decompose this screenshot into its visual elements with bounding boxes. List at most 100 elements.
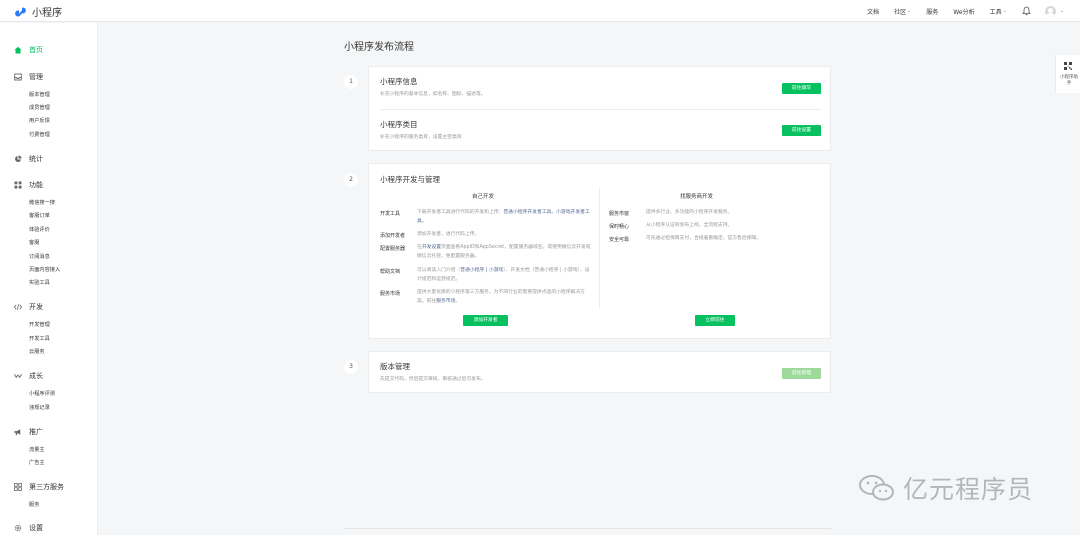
- go-manage-button[interactable]: 前往管理: [782, 368, 821, 379]
- footer-divider: [344, 528, 831, 529]
- sidebar-item-payment-manage[interactable]: 付费管理: [29, 131, 50, 138]
- row-label: 开发工具: [380, 211, 401, 217]
- row-label: 服务市场: [380, 291, 401, 297]
- sidebar-item-label: 首页: [29, 46, 43, 54]
- sidebar-item-services[interactable]: 服务: [29, 501, 39, 508]
- develop-manage-title: 小程序开发与管理: [380, 175, 440, 184]
- sidebar-item-traffic-owner[interactable]: 流量主: [29, 446, 45, 453]
- top-bar: 小程序 文档 社区 ⌄ 服务 We分析 工具 ⌄ ⌄: [0, 0, 1080, 22]
- row-text-pre: 下载开发者工具进行代码的开发和上传：: [417, 210, 504, 215]
- row-label: 安全可靠: [609, 237, 630, 243]
- row-text-pre: 可以阅读入门介绍（: [417, 268, 461, 273]
- logo[interactable]: 小程序: [14, 4, 62, 19]
- divider: [380, 109, 821, 110]
- step-2-card: 小程序开发与管理 自己开发 找服务商开发 开发工具 下载开发者工具进行代码的开发…: [368, 163, 831, 339]
- self-develop-heading: 自己开发: [472, 194, 495, 200]
- home-icon: [14, 46, 22, 54]
- intro-link[interactable]: 普通小程序 | 小游戏: [460, 268, 503, 273]
- sidebar-item-subscription-messages[interactable]: 订阅消息: [29, 253, 50, 260]
- qr-code-icon: [1064, 62, 1072, 70]
- app-title: 小程序: [32, 8, 62, 19]
- row-text: 下载开发者工具进行代码的开发和上传：普通小程序开发者工具、小游戏开发者工具。: [417, 208, 592, 226]
- sidebar-section-third-party[interactable]: 第三方服务: [14, 482, 64, 492]
- chevron-down-icon: ⌄: [1059, 8, 1064, 14]
- mini-program-assistant-panel[interactable]: 小程序助手: [1055, 55, 1080, 93]
- service-market-link[interactable]: 服务市场: [436, 299, 455, 304]
- sidebar-item-user-feedback[interactable]: 用户反馈: [29, 117, 50, 124]
- sidebar-item-advertiser[interactable]: 广告主: [29, 459, 45, 466]
- row-text-post: 。: [421, 219, 427, 224]
- nav-service[interactable]: 服务: [926, 7, 938, 16]
- row-label: 帮助文档: [380, 269, 401, 275]
- top-nav: 文档 社区 ⌄ 服务 We分析 工具 ⌄ ⌄: [867, 0, 1080, 22]
- dev-settings-link[interactable]: 开发设置: [422, 245, 441, 250]
- avatar: [1044, 5, 1056, 17]
- sidebar-item-mini-program-review[interactable]: 小程序评测: [29, 390, 55, 397]
- sidebar-item-label: 统计: [29, 155, 43, 163]
- sidebar-item-experience-review[interactable]: 体验评价: [29, 226, 50, 233]
- nav-we-analysis[interactable]: We分析: [953, 7, 974, 16]
- row-text: 添加开发者，进行代码上传。: [417, 230, 592, 239]
- watermark: 亿元程序员: [857, 470, 1033, 506]
- row-text-post: 。: [455, 299, 461, 304]
- nav-docs[interactable]: 文档: [867, 7, 879, 16]
- sidebar-item-settings[interactable]: 设置: [14, 523, 43, 533]
- growth-icon: [14, 372, 22, 380]
- sidebar-section-label: 管理: [29, 73, 43, 81]
- step-number: 1: [344, 75, 358, 89]
- sidebar-item-customer-service[interactable]: 客服: [29, 239, 39, 246]
- sidebar-item-page-content[interactable]: 页面内容接入: [29, 266, 60, 273]
- sidebar-item-cloud-service[interactable]: 云服务: [29, 348, 45, 355]
- sidebar-item-dev-tools[interactable]: 开发工具: [29, 335, 50, 342]
- sidebar-item-violation-records[interactable]: 违规记录: [29, 404, 50, 411]
- nav-community[interactable]: 社区 ⌄: [894, 7, 911, 16]
- chevron-down-icon: ⌄: [907, 8, 912, 14]
- add-developer-button[interactable]: 添加开发者: [463, 315, 508, 326]
- step-number: 3: [344, 360, 358, 374]
- code-icon: [14, 303, 22, 311]
- row-text: 提供大量优质的小程序第三方服务，为不同行业的需要提供点选的小程序解决方案。前往服…: [417, 288, 592, 306]
- sidebar-item-version-manage[interactable]: 版本管理: [29, 91, 50, 98]
- version-manage-title: 版本管理: [380, 362, 410, 371]
- account-menu[interactable]: ⌄: [1044, 5, 1064, 17]
- sidebar-section-label: 第三方服务: [29, 483, 64, 491]
- mini-program-info-title: 小程序信息: [380, 77, 418, 86]
- fill-info-button[interactable]: 前往填写: [782, 83, 821, 94]
- nav-community-label: 社区: [894, 8, 907, 16]
- gear-icon: [14, 524, 22, 532]
- sidebar-section-promote[interactable]: 推广: [14, 427, 43, 437]
- sidebar-section-growth[interactable]: 成长: [14, 371, 43, 381]
- nav-tools[interactable]: 工具 ⌄: [990, 7, 1007, 16]
- sidebar-item-service-orders[interactable]: 客服订单: [29, 212, 50, 219]
- set-category-button[interactable]: 前往设置: [782, 125, 821, 136]
- sidebar: 首页 管理 版本管理 成员管理 用户反馈 付费管理 统计 功能 微信搜一搜 客服…: [0, 23, 98, 535]
- sidebar-item-member-manage[interactable]: 成员管理: [29, 104, 50, 111]
- row-text: 在开发设置页面查看AppID和AppSecret，配置服务器域名。或使用微信云开…: [417, 243, 592, 261]
- third-party-icon: [14, 483, 22, 491]
- go-now-button[interactable]: 立即前往: [695, 315, 735, 326]
- row-text: 从小程序认证到发布上线，全流程支持。: [646, 223, 733, 228]
- version-manage-desc: 先提交代码，然后提交审核，审核通过后可发布。: [380, 377, 486, 382]
- sidebar-section-develop[interactable]: 开发: [14, 302, 43, 312]
- pie-chart-icon: [14, 155, 22, 163]
- grid-icon: [14, 181, 22, 189]
- step-1-card: 小程序信息 补充小程序的基本信息，如名称、图标、描述等。 前往填写 小程序类目 …: [368, 66, 831, 151]
- sidebar-section-label: 推广: [29, 428, 43, 436]
- row-label: 服务市窗: [609, 211, 630, 217]
- sidebar-section-label: 功能: [29, 181, 43, 189]
- sidebar-item-experiment-tools[interactable]: 实验工具: [29, 279, 50, 286]
- sidebar-item-wechat-search[interactable]: 微信搜一搜: [29, 199, 55, 206]
- sidebar-section-manage[interactable]: 管理: [14, 72, 43, 82]
- nav-tools-label: 工具: [989, 8, 1002, 16]
- sidebar-section-label: 开发: [29, 303, 43, 311]
- sidebar-section-features[interactable]: 功能: [14, 180, 43, 190]
- row-text: 可先通过担保再支付，合规着重确定，官方售后保障。: [646, 236, 762, 241]
- step-number: 2: [344, 173, 358, 187]
- bell-icon[interactable]: [1021, 6, 1031, 16]
- sidebar-item-stats[interactable]: 统计: [14, 154, 43, 164]
- inbox-icon: [14, 73, 22, 81]
- row-text-pre: 添加开发者，进行代码上传。: [417, 232, 480, 237]
- chevron-down-icon: ⌄: [1002, 8, 1007, 14]
- sidebar-item-dev-manage[interactable]: 开发管理: [29, 321, 50, 328]
- sidebar-item-home[interactable]: 首页: [14, 45, 43, 55]
